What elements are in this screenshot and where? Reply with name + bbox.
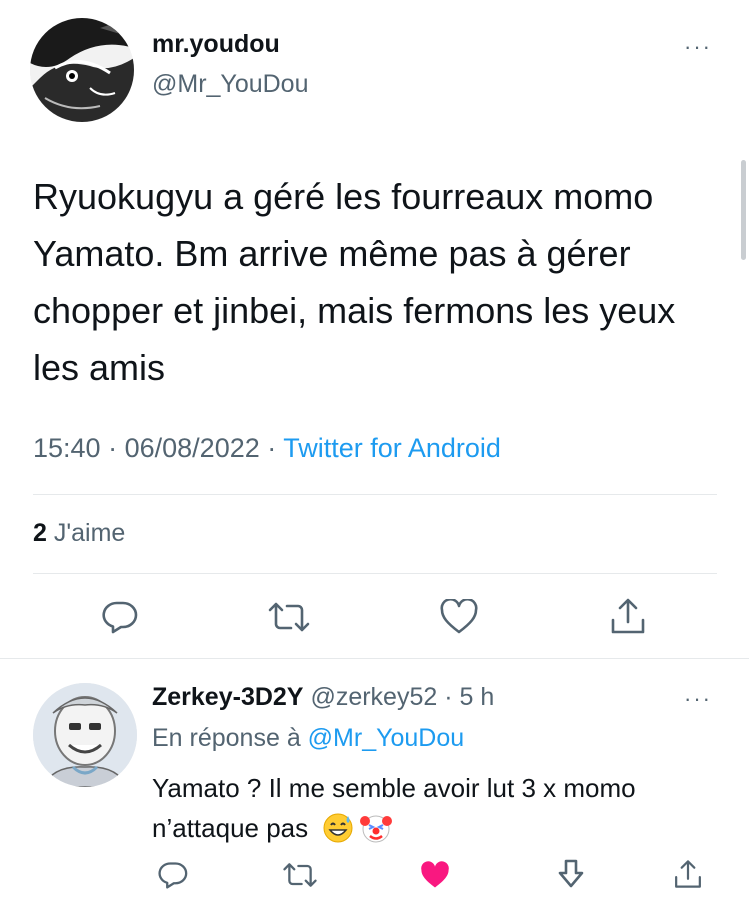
divider xyxy=(0,658,749,659)
tweet-source-link[interactable]: Twitter for Android xyxy=(283,433,501,463)
divider xyxy=(33,573,717,574)
more-options-icon[interactable]: ··· xyxy=(684,36,712,58)
reply-icon[interactable] xyxy=(98,597,142,637)
in-reply-to: En réponse à @Mr_YouDou xyxy=(152,724,464,753)
reply-author-name[interactable]: Zerkey-3D2Y xyxy=(152,683,303,711)
retweet-icon[interactable] xyxy=(280,858,320,892)
likes-label: J'aime xyxy=(53,519,126,547)
manga-avatar-art xyxy=(33,683,137,787)
divider xyxy=(33,494,717,495)
sweat-smile-emoji xyxy=(323,813,353,843)
more-options-icon[interactable]: ··· xyxy=(684,688,712,710)
clown-emoji xyxy=(360,815,393,843)
like-icon-active[interactable] xyxy=(416,858,454,892)
author-handle[interactable]: @Mr_YouDou xyxy=(152,70,308,99)
likes-count: 2 xyxy=(33,519,47,547)
share-icon[interactable] xyxy=(606,594,650,638)
like-icon[interactable] xyxy=(437,597,481,637)
tweet-metadata: 15:40 · 06/08/2022 · Twitter for Android xyxy=(33,433,501,464)
reply-text-line-1: Yamato ? Il me semble avoir lut 3 x momo xyxy=(152,773,636,803)
reply-author-avatar[interactable] xyxy=(33,683,137,787)
reply-text-line-2: n’attaque pas xyxy=(152,812,393,844)
tweet-time: 15:40 xyxy=(33,433,101,463)
likes-stat[interactable]: 2 J'aime xyxy=(33,519,125,548)
author-avatar[interactable] xyxy=(30,18,134,122)
share-icon[interactable] xyxy=(670,855,706,893)
in-reply-to-handle-link[interactable]: @Mr_YouDou xyxy=(308,724,464,752)
reply-author-handle[interactable]: @zerkey52 xyxy=(310,683,437,711)
manga-avatar-art xyxy=(30,18,134,122)
reply-text-line-2-text: n’attaque pas xyxy=(152,812,309,843)
tweet-date: 06/08/2022 xyxy=(124,433,260,463)
tweet-text: Ryuokugyu a géré les fourreaux momo Yama… xyxy=(33,176,676,388)
separator-dot: · xyxy=(444,683,453,711)
separator-dot: · xyxy=(267,433,277,463)
retweet-icon[interactable] xyxy=(264,597,314,637)
vote-down-icon[interactable] xyxy=(553,856,589,892)
reply-header: Zerkey-3D2Y @zerkey52 · 5 h xyxy=(152,683,494,712)
author-name[interactable]: mr.youdou xyxy=(152,30,280,59)
separator-dot: · xyxy=(108,433,118,463)
in-reply-to-prefix: En réponse à xyxy=(152,724,301,752)
reply-age: 5 h xyxy=(459,683,495,711)
scrollbar[interactable] xyxy=(741,160,746,260)
reply-icon[interactable] xyxy=(155,858,191,892)
